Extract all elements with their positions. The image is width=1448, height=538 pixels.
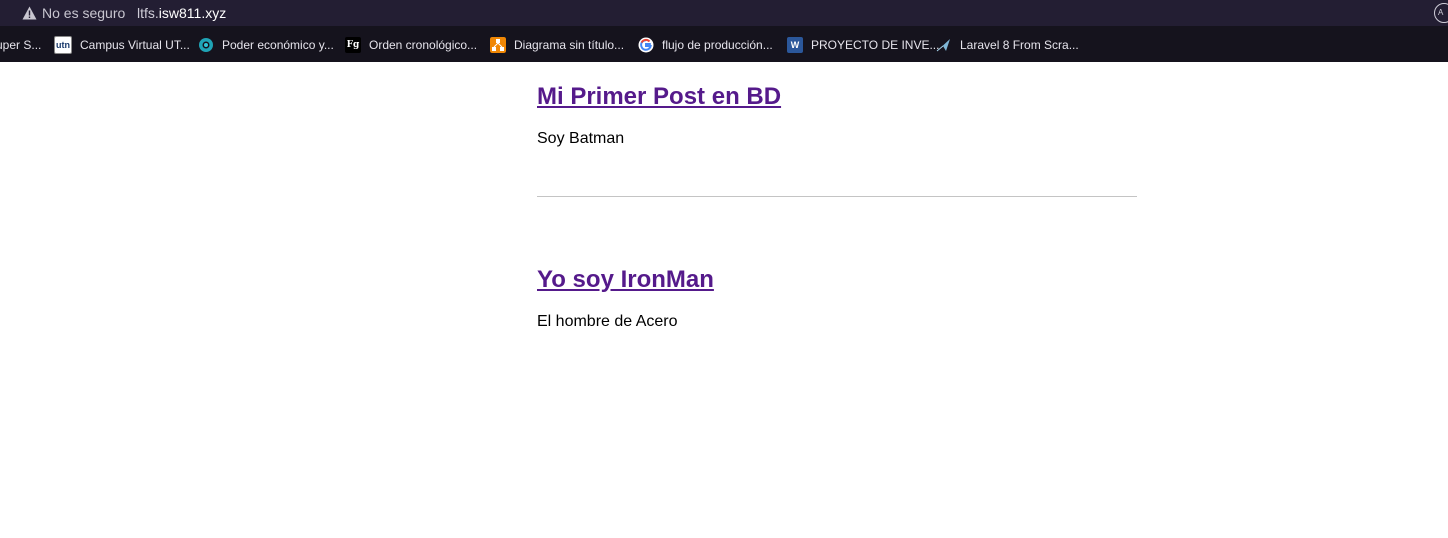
post-body: Soy Batman <box>537 130 625 147</box>
bookmark-label: Diagrama sin título... <box>514 38 625 52</box>
url-domain: isw811.xyz <box>158 5 227 21</box>
bookmark-item[interactable]: uper S... <box>0 36 41 54</box>
bookmark-item[interactable]: Fg Orden cronológico... <box>345 36 477 54</box>
post-divider <box>537 196 1137 197</box>
post-body: El hombre de Acero <box>537 313 678 330</box>
laracasts-icon <box>936 39 950 52</box>
profile-avatar[interactable]: A <box>1434 3 1448 23</box>
warning-icon <box>22 6 37 20</box>
bookmark-item[interactable]: utn Campus Virtual UT... <box>54 36 190 54</box>
post-title-link[interactable]: Mi Primer Post en BD <box>537 83 781 110</box>
bookmark-label: Campus Virtual UT... <box>80 38 190 52</box>
bookmark-label: flujo de producción... <box>662 38 773 52</box>
bookmark-label: uper S... <box>0 38 42 52</box>
browser-chrome: No es seguro ltfs.isw811.xyz A uper S...… <box>0 0 1448 62</box>
post-title-link[interactable]: Yo soy IronMan <box>537 266 714 293</box>
bookmark-label: Poder económico y... <box>222 38 334 52</box>
bookmark-item[interactable]: flujo de producción... <box>638 36 773 54</box>
bookmark-item[interactable]: Diagrama sin título... <box>490 36 624 54</box>
utn-icon: utn <box>54 36 72 54</box>
globe-icon <box>199 38 213 52</box>
security-indicator[interactable]: No es seguro <box>22 4 125 22</box>
bookmark-label: PROYECTO DE INVE... <box>811 38 940 52</box>
diagram-icon <box>490 37 506 53</box>
google-icon <box>638 37 654 53</box>
address-bar[interactable]: No es seguro ltfs.isw811.xyz A <box>0 0 1448 26</box>
url-text[interactable]: ltfs.isw811.xyz <box>137 4 226 22</box>
bookmark-label: Orden cronológico... <box>369 38 478 52</box>
security-label: No es seguro <box>42 5 126 21</box>
post-title: Yo soy IronMan <box>537 266 714 294</box>
bookmark-item[interactable]: Laravel 8 From Scra... <box>936 36 1079 54</box>
url-subdomain: ltfs. <box>137 5 159 21</box>
fg-icon: Fg <box>345 37 361 53</box>
word-icon: W <box>787 37 803 53</box>
bookmark-item[interactable]: W PROYECTO DE INVE... <box>787 36 939 54</box>
bookmark-item[interactable]: Poder económico y... <box>198 36 334 54</box>
bookmarks-bar: uper S... utn Campus Virtual UT... Poder… <box>0 27 1448 62</box>
bookmark-label: Laravel 8 From Scra... <box>960 38 1079 52</box>
post-title: Mi Primer Post en BD <box>537 83 781 111</box>
